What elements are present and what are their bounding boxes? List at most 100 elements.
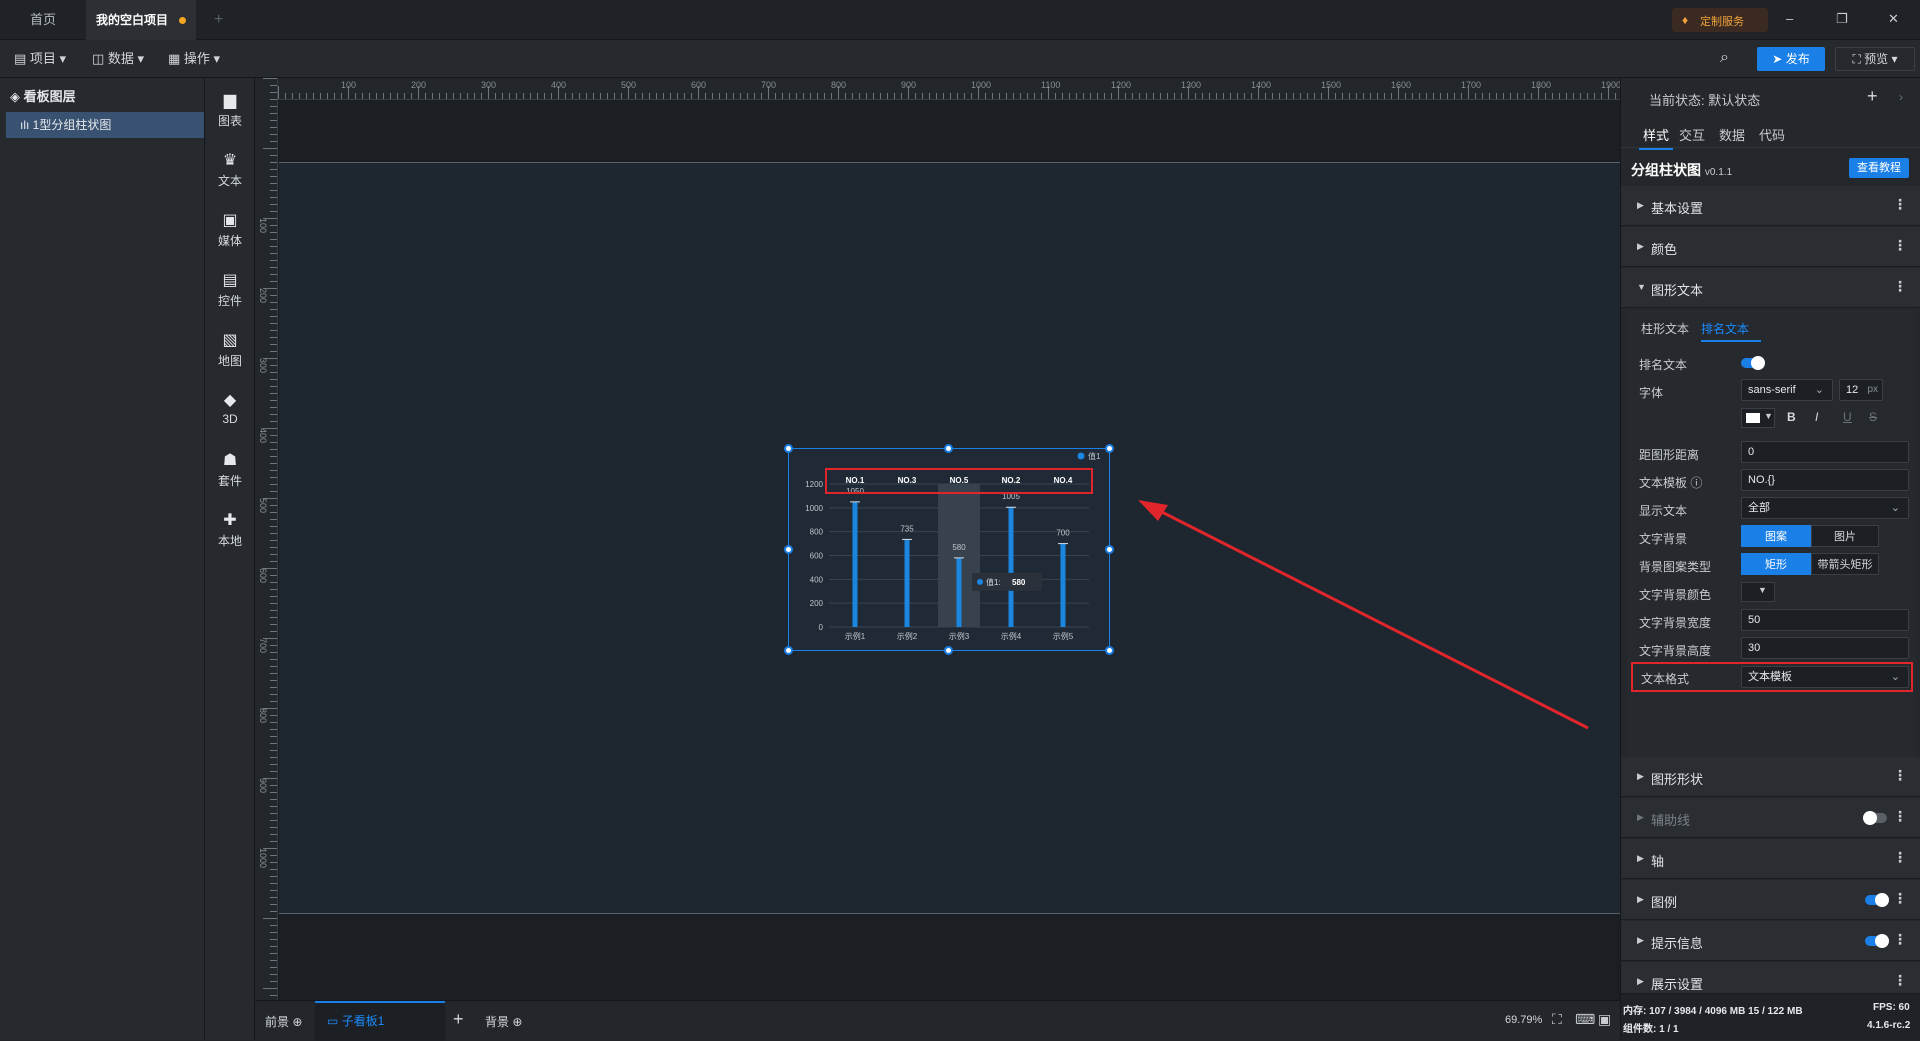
section-legend[interactable]: ▶ 图例 ⋮ [1621, 880, 1920, 920]
layer-item[interactable]: ılı 1型分组柱状图 [6, 112, 204, 138]
terminal-icon[interactable]: ▣ [1598, 1011, 1611, 1028]
tutorial-button[interactable]: 查看教程 [1849, 158, 1909, 178]
bold-icon[interactable]: B [1787, 410, 1796, 424]
italic-icon[interactable]: I [1815, 410, 1818, 424]
value-label: 735 [900, 524, 914, 533]
minimize-icon[interactable]: – [1786, 11, 1793, 26]
template-input[interactable]: NO.{} [1741, 469, 1909, 491]
tab-foreground[interactable]: 前景 ⊕ [265, 1013, 302, 1030]
add-state-icon[interactable]: + [1867, 86, 1878, 107]
close-icon[interactable]: ✕ [1888, 11, 1899, 27]
chevron-right-icon[interactable]: › [1899, 90, 1903, 104]
resize-handle[interactable] [1105, 444, 1114, 453]
resize-handle[interactable] [784, 545, 793, 554]
search-icon[interactable]: ⌕ [1720, 49, 1740, 69]
text-format-select[interactable]: 文本模板 ⌄ [1741, 666, 1909, 688]
arrow-rect-option[interactable]: 带箭头矩形 [1811, 553, 1879, 575]
section-shape[interactable]: ▶ 图形形状 ⋮ [1621, 757, 1920, 797]
section-display[interactable]: ▶ 展示设置 ⋮ [1621, 962, 1920, 994]
tool-text[interactable]: ♛ 文本 [205, 146, 255, 206]
tool-widget[interactable]: ▤ 控件 [205, 266, 255, 326]
tool-map[interactable]: ▧ 地图 [205, 326, 255, 386]
guide-toggle[interactable] [1863, 811, 1887, 825]
distance-input[interactable]: 0 [1741, 441, 1909, 463]
bg-width-input[interactable]: 50 [1741, 609, 1909, 631]
zoom-level[interactable]: 69.79% [1505, 1014, 1542, 1026]
section-basic[interactable]: ▶ 基本设置 ⋮ [1621, 186, 1920, 226]
resize-handle[interactable] [1105, 646, 1114, 655]
tab-interact[interactable]: 交互 [1679, 125, 1705, 144]
ruler-tick [270, 246, 277, 247]
font-select[interactable]: sans-serif ⌄ [1741, 379, 1833, 401]
subtab-bar-text[interactable]: 柱形文本 [1641, 320, 1689, 337]
ruler-tick [270, 757, 277, 758]
ruler-tick [270, 911, 277, 912]
more-icon[interactable]: ⋮ [1893, 196, 1907, 213]
tab-style[interactable]: 样式 [1639, 125, 1673, 150]
kit-icon: ☗ [222, 452, 238, 469]
menu-project[interactable]: ▤ 项目 ▾ [14, 48, 66, 70]
underline-icon[interactable]: U [1843, 410, 1852, 424]
bg-image-option[interactable]: 图片 [1811, 525, 1879, 547]
font-size-input[interactable]: 12 px [1839, 379, 1883, 401]
more-icon[interactable]: ⋮ [1893, 278, 1907, 295]
legend-toggle[interactable] [1865, 893, 1889, 907]
more-icon[interactable]: ⋮ [1893, 767, 1907, 784]
tool-media[interactable]: ▣ 媒体 [205, 206, 255, 266]
tab-background[interactable]: 背景 ⊕ [485, 1013, 522, 1030]
tab-code[interactable]: 代码 [1759, 125, 1785, 144]
more-icon[interactable]: ⋮ [1893, 972, 1907, 989]
section-tooltip[interactable]: ▶ 提示信息 ⋮ [1621, 921, 1920, 961]
resize-handle[interactable] [784, 444, 793, 453]
rank-text-toggle[interactable] [1741, 356, 1765, 370]
more-icon[interactable]: ⋮ [1893, 890, 1907, 907]
ruler-tick [495, 93, 496, 99]
menu-data-label: 数据 [107, 51, 134, 66]
more-icon[interactable]: ⋮ [1893, 931, 1907, 948]
section-guide[interactable]: ▶ 辅助线 ⋮ [1621, 798, 1920, 838]
more-icon[interactable]: ⋮ [1893, 808, 1907, 825]
section-color[interactable]: ▶ 颜色 ⋮ [1621, 227, 1920, 267]
strikethrough-icon[interactable]: S [1869, 410, 1877, 424]
tool-kit[interactable]: ☗ 套件 [205, 446, 255, 506]
font-color-picker[interactable]: ▼ [1741, 408, 1775, 428]
tab-home[interactable]: 首页 [20, 0, 84, 40]
tab-data[interactable]: 数据 [1719, 125, 1745, 144]
bg-pattern-option[interactable]: 图案 [1741, 525, 1811, 547]
section-shape-text[interactable]: ▼ 图形文本 ⋮ [1621, 268, 1920, 308]
rank-label: NO.2 [1002, 476, 1021, 485]
tab-subboard[interactable]: ▭ 子看板1 [315, 1001, 445, 1041]
bg-color-picker[interactable]: ▼ [1741, 582, 1775, 602]
add-board-button[interactable]: + [453, 1009, 464, 1030]
tab-project[interactable]: 我的空白项目 [86, 0, 196, 40]
tool-chart[interactable]: ▆ 图表 [205, 86, 255, 146]
rect-option[interactable]: 矩形 [1741, 553, 1811, 575]
more-icon[interactable]: ⋮ [1893, 237, 1907, 254]
show-text-select[interactable]: 全部 ⌄ [1741, 497, 1909, 519]
tool-3d[interactable]: ◆ 3D [205, 386, 255, 446]
resize-handle[interactable] [944, 646, 953, 655]
section-axis[interactable]: ▶ 轴 ⋮ [1621, 839, 1920, 879]
restore-icon[interactable]: ❐ [1836, 11, 1848, 27]
resize-handle[interactable] [944, 444, 953, 453]
menu-operate[interactable]: ▦ 操作 ▾ [168, 48, 220, 70]
ruler-tick [270, 589, 277, 590]
ruler-tick [1531, 93, 1532, 99]
tool-local[interactable]: ✚ 本地 [205, 506, 255, 566]
subtab-rank-text[interactable]: 排名文本 [1701, 320, 1761, 342]
publish-button[interactable]: ➤ 发布 [1757, 47, 1825, 71]
help-icon[interactable]: ⓘ [1690, 476, 1702, 490]
chart-widget[interactable]: 0 200 400 600 800 1000 1200 1050 示例1 NO.1 735 示例2 NO… [788, 448, 1110, 651]
more-icon[interactable]: ⋮ [1893, 849, 1907, 866]
tooltip-toggle[interactable] [1865, 934, 1889, 948]
menu-data[interactable]: ◫ 数据 ▾ [92, 48, 144, 70]
resize-handle[interactable] [784, 646, 793, 655]
fit-screen-icon[interactable]: ⛶ [1552, 1011, 1562, 1028]
resize-handle[interactable] [1105, 545, 1114, 554]
custom-service-button[interactable]: ♦ 定制服务 [1672, 8, 1768, 32]
keyboard-icon[interactable]: ⌨ [1575, 1011, 1595, 1028]
add-tab-button[interactable]: + [204, 0, 234, 40]
bg-height-input[interactable]: 30 [1741, 637, 1909, 659]
preview-button[interactable]: ⛶ 预览 ▾ [1835, 47, 1915, 71]
ruler-tick [270, 876, 277, 877]
